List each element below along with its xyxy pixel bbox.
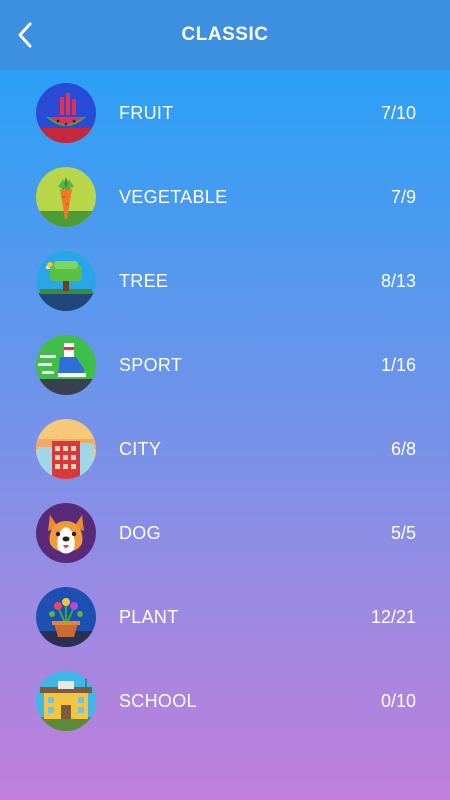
category-progress: 7/10 [380, 103, 416, 123]
category-row-city[interactable]: CITY 6/8 [0, 406, 450, 490]
category-label: DOG [119, 523, 161, 543]
school-icon [36, 671, 96, 731]
category-progress: 6/8 [390, 439, 416, 459]
carrot-icon [36, 167, 96, 227]
category-progress: 8/13 [380, 271, 416, 291]
category-label: SCHOOL [119, 691, 197, 711]
category-label: VEGETABLE [119, 187, 228, 207]
category-row-plant[interactable]: PLANT 12/21 [0, 574, 450, 658]
building-icon [36, 419, 96, 479]
category-label: SPORT [119, 355, 183, 375]
category-progress: 0/10 [380, 691, 416, 711]
tree-icon [36, 251, 96, 311]
dog-icon [36, 503, 96, 563]
category-label: TREE [119, 271, 169, 291]
chevron-left-icon [18, 22, 32, 48]
flower-pot-icon [36, 587, 96, 647]
category-row-dog[interactable]: DOG 5/5 [0, 490, 450, 574]
category-progress: 12/21 [370, 607, 416, 627]
category-row-fruit[interactable]: FRUIT 7/10 [0, 70, 450, 154]
category-row-sport[interactable]: SPORT 1/16 [0, 322, 450, 406]
category-row-vegetable[interactable]: VEGETABLE 7/9 [0, 154, 450, 238]
category-list: FRUIT 7/10 VEGETABLE 7/9 TREE 8/13 SPORT… [0, 70, 450, 742]
category-label: CITY [119, 439, 162, 459]
watermelon-icon [36, 83, 96, 143]
category-row-tree[interactable]: TREE 8/13 [0, 238, 450, 322]
back-button[interactable] [8, 17, 44, 53]
category-label: FRUIT [119, 103, 174, 123]
header-bar: CLASSIC [0, 0, 450, 70]
category-progress: 5/5 [390, 523, 416, 543]
screen: CLASSIC FRUIT 7/10 VEGETABLE 7/9 TREE 8/… [0, 0, 450, 800]
category-label: PLANT [119, 607, 179, 627]
category-progress: 7/9 [390, 187, 416, 207]
category-row-school[interactable]: SCHOOL 0/10 [0, 658, 450, 742]
sneaker-icon [36, 335, 96, 395]
category-progress: 1/16 [380, 355, 416, 375]
page-title: CLASSIC [181, 24, 269, 45]
